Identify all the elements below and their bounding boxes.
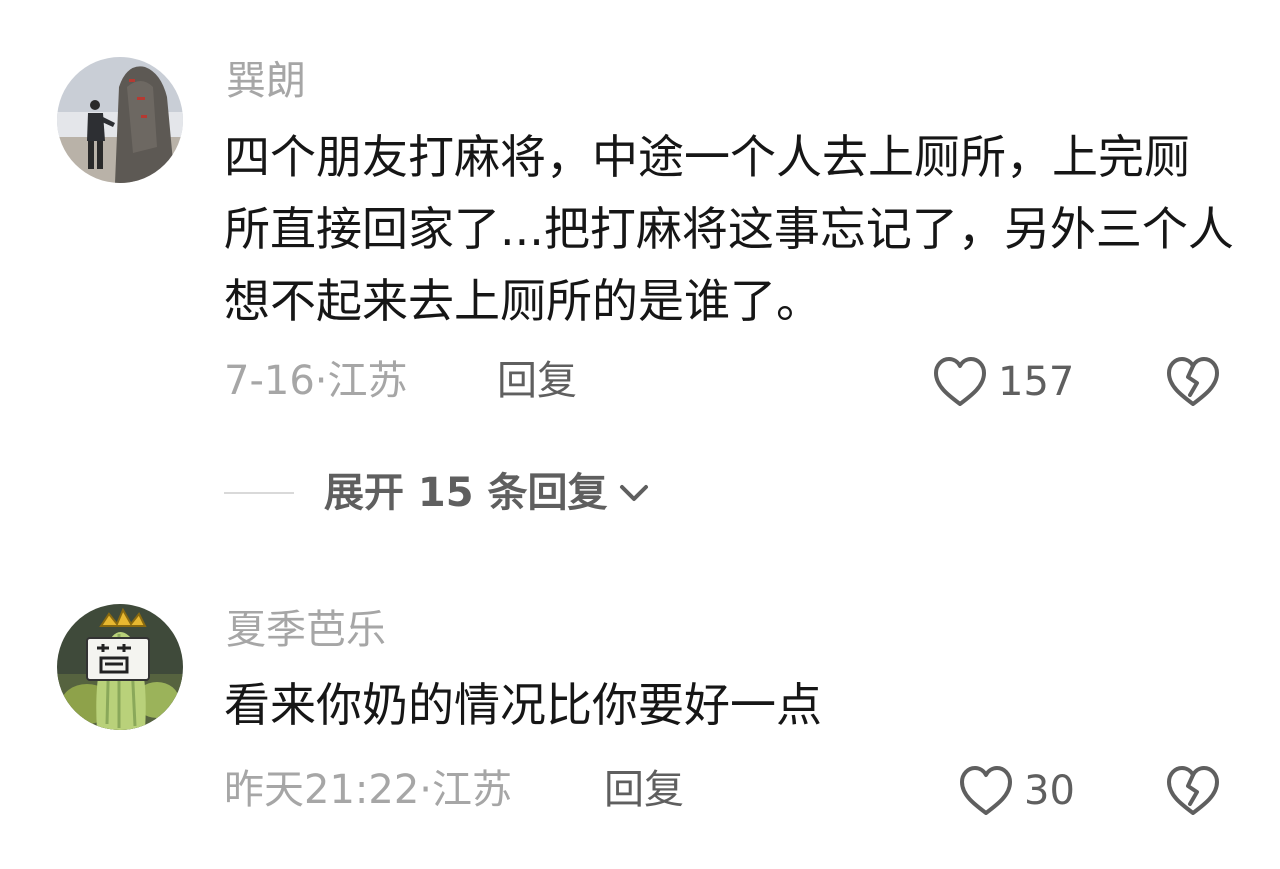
username[interactable]: 夏季芭乐 <box>226 606 386 654</box>
reply-button[interactable]: 回复 <box>604 766 684 814</box>
heart-icon <box>960 766 1012 815</box>
broken-heart-icon <box>1167 357 1219 406</box>
comment-meta: 昨天21:22·江苏 <box>224 767 512 813</box>
like-count: 30 <box>1024 768 1075 814</box>
chevron-down-icon <box>619 485 648 501</box>
like-button[interactable]: 157 <box>930 355 1074 409</box>
dislike-button[interactable] <box>1164 355 1222 413</box>
heart-icon <box>934 357 986 406</box>
broken-heart-icon <box>1167 766 1219 815</box>
user-avatar[interactable] <box>57 57 183 183</box>
expand-replies-button[interactable]: 展开 15 条回复 <box>224 466 654 520</box>
expand-replies-label: 展开 15 条回复 <box>324 470 608 516</box>
like-count: 157 <box>998 359 1075 405</box>
like-button[interactable]: 30 <box>956 764 1075 818</box>
dislike-button[interactable] <box>1164 764 1222 822</box>
person-by-stone-avatar-icon <box>57 57 183 183</box>
cartoon-bitter-melon-avatar-icon <box>57 604 183 730</box>
divider-line <box>224 492 294 494</box>
comment-meta: 7-16·江苏 <box>224 358 408 404</box>
reply-button[interactable]: 回复 <box>497 357 577 405</box>
username[interactable]: 巽朗 <box>226 57 306 105</box>
comment-text: 四个朋友打麻将，中途一个人去上厕所，上完厕所直接回家了...把打麻将这事忘记了，… <box>224 130 1234 328</box>
user-avatar[interactable] <box>57 604 183 730</box>
comment-text: 看来你奶的情况比你要好一点 <box>224 678 822 732</box>
